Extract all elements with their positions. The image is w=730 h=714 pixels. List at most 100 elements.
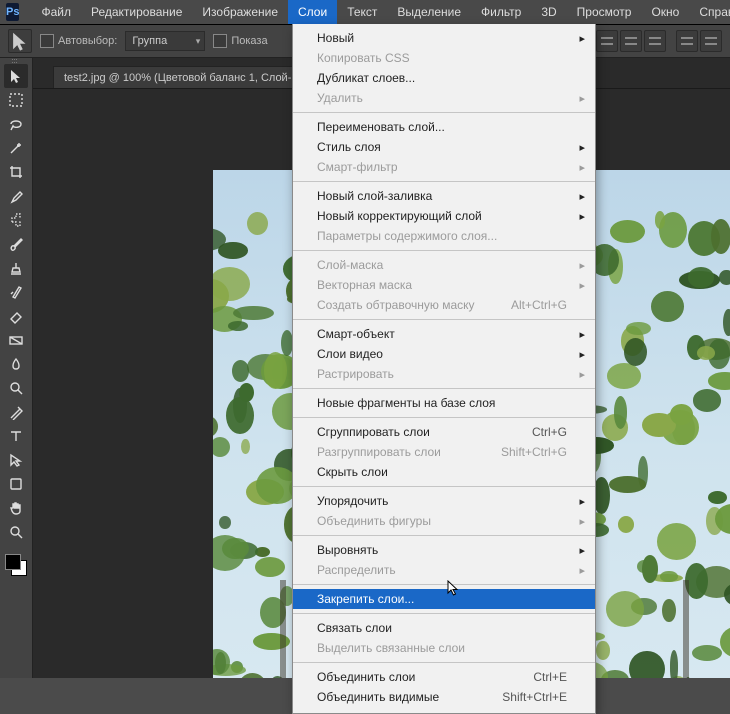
menu-item-label: Новый корректирующий слой [317, 209, 482, 223]
wand-icon [8, 140, 24, 156]
menu-shortcut: Shift+Ctrl+G [501, 445, 567, 459]
color-swatches[interactable] [5, 554, 27, 576]
menu-item-label: Новый слой-заливка [317, 189, 432, 203]
blur-tool[interactable] [4, 352, 28, 376]
show-transform-checkbox[interactable]: Показа [213, 34, 267, 48]
menu-item-label: Слои видео [317, 347, 383, 361]
menu-item[interactable]: Упорядочить [293, 491, 595, 511]
hand-tool[interactable] [4, 496, 28, 520]
menu-item: Распределить [293, 560, 595, 580]
menu-item-label: Создать обтравочную маску [317, 298, 475, 312]
autoselect-mode-select[interactable]: Группа [125, 31, 205, 51]
menu-item[interactable]: Объединить слои Ctrl+E [293, 667, 595, 687]
zoom-tool[interactable] [4, 520, 28, 544]
move-tool-preset-icon[interactable] [8, 29, 32, 53]
heal-tool[interactable] [4, 208, 28, 232]
menu-item-label: Скрыть слои [317, 465, 388, 479]
history-tool[interactable] [4, 280, 28, 304]
menu-item[interactable]: Переименовать слой... [293, 117, 595, 137]
type-tool[interactable] [4, 424, 28, 448]
menu-item[interactable]: Выровнять [293, 540, 595, 560]
distribute-button[interactable] [620, 30, 642, 52]
menu-item[interactable]: Слои видео [293, 344, 595, 364]
menu-item-label: Выделить связанные слои [317, 641, 465, 655]
menu-item: Разгруппировать слои Shift+Ctrl+G [293, 442, 595, 462]
menu-item-label: Новые фрагменты на базе слоя [317, 396, 495, 410]
pen-tool[interactable] [4, 400, 28, 424]
foreground-color-swatch[interactable] [5, 554, 21, 570]
lasso-tool[interactable] [4, 112, 28, 136]
menu-item[interactable]: Сгруппировать слоиCtrl+G [293, 422, 595, 442]
menu-item-label: Смарт-фильтр [317, 160, 398, 174]
menu-item-просмотр[interactable]: Просмотр [567, 0, 642, 24]
eyedrop-tool[interactable] [4, 184, 28, 208]
menu-item-файл[interactable]: Файл [31, 0, 81, 24]
checkbox-icon [213, 34, 227, 48]
arrange-button[interactable] [676, 30, 698, 52]
select-value: Группа [132, 35, 167, 47]
menu-item[interactable]: Закрепить слои... [293, 589, 595, 609]
arrange-button[interactable] [700, 30, 722, 52]
wand-tool[interactable] [4, 136, 28, 160]
menu-item-слои[interactable]: Слои [288, 0, 337, 24]
menu-item: Удалить [293, 88, 595, 108]
menu-item-окно[interactable]: Окно [641, 0, 689, 24]
menu-item-label: Закрепить слои... [317, 592, 414, 606]
menu-item[interactable]: Новый слой-заливка [293, 186, 595, 206]
menu-item[interactable]: Объединить видимыеShift+Ctrl+E [293, 687, 595, 707]
menu-item[interactable]: Новый [293, 28, 595, 48]
document-tab[interactable]: test2.jpg @ 100% (Цветовой баланс 1, Сло… [53, 66, 318, 89]
dodge-icon [8, 380, 24, 396]
shape-icon [8, 476, 24, 492]
menu-item-редактирование[interactable]: Редактирование [81, 0, 192, 24]
stamp-tool[interactable] [4, 256, 28, 280]
crop-icon [8, 164, 24, 180]
distribute-button[interactable] [644, 30, 666, 52]
menu-item: Параметры содержимого слоя... [293, 226, 595, 246]
shape-tool[interactable] [4, 472, 28, 496]
dodge-tool[interactable] [4, 376, 28, 400]
menu-item[interactable]: Связать слои [293, 618, 595, 638]
layers-dropdown-menu: НовыйКопировать CSSДубликат слоев...Удал… [292, 24, 596, 714]
tools-panel [0, 58, 33, 678]
menu-item[interactable]: Новый корректирующий слой [293, 206, 595, 226]
autoselect-checkbox[interactable]: Автовыбор: [40, 34, 117, 48]
brush-tool[interactable] [4, 232, 28, 256]
show-label: Показа [231, 35, 267, 47]
panel-grab-icon[interactable] [12, 59, 18, 64]
menu-item-label: Объединить видимые [317, 690, 439, 704]
menu-item-label: Растрировать [317, 367, 394, 381]
menu-item[interactable]: Смарт-объект [293, 324, 595, 344]
menu-item[interactable]: Новые фрагменты на базе слоя [293, 393, 595, 413]
menu-item-справка[interactable]: Справка [689, 0, 730, 24]
menu-item-label: Смарт-объект [317, 327, 395, 341]
menu-item[interactable]: Стиль слоя [293, 137, 595, 157]
distribute-button[interactable] [596, 30, 618, 52]
menu-item-label: Распределить [317, 563, 396, 577]
type-icon [8, 428, 24, 444]
marquee-icon [8, 92, 24, 108]
menu-shortcut: Ctrl+E [533, 670, 567, 684]
menu-item: Смарт-фильтр [293, 157, 595, 177]
path-tool[interactable] [4, 448, 28, 472]
menu-item-изображение[interactable]: Изображение [192, 0, 288, 24]
menu-item-3d[interactable]: 3D [531, 0, 566, 24]
menu-item-label: Новый [317, 31, 354, 45]
zoom-icon [8, 524, 24, 540]
crop-tool[interactable] [4, 160, 28, 184]
menu-item-label: Удалить [317, 91, 363, 105]
menu-item: Растрировать [293, 364, 595, 384]
menu-item-label: Разгруппировать слои [317, 445, 441, 459]
menu-item-текст[interactable]: Текст [337, 0, 387, 24]
move-tool[interactable] [4, 64, 28, 88]
menu-item[interactable]: Дубликат слоев... [293, 68, 595, 88]
marquee-tool[interactable] [4, 88, 28, 112]
checkbox-icon [40, 34, 54, 48]
menu-item-выделение[interactable]: Выделение [387, 0, 471, 24]
menu-item-label: Объединить слои [317, 670, 415, 684]
menu-item[interactable]: Скрыть слои [293, 462, 595, 482]
menu-item-фильтр[interactable]: Фильтр [471, 0, 531, 24]
eraser-tool[interactable] [4, 304, 28, 328]
path-icon [8, 452, 24, 468]
gradient-tool[interactable] [4, 328, 28, 352]
